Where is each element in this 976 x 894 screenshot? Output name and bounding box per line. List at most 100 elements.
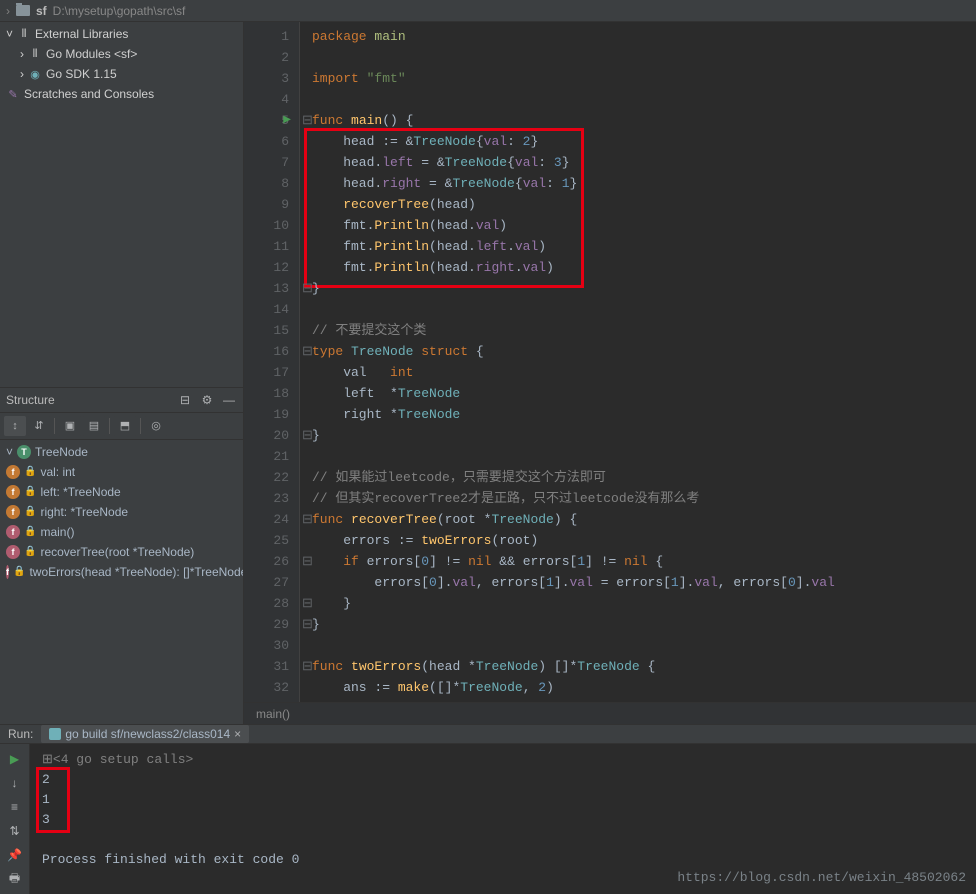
struct-val[interactable]: f 🔒 val: int bbox=[0, 462, 243, 482]
gear-icon[interactable]: ⚙ bbox=[199, 392, 215, 408]
lock-icon: 🔒 bbox=[13, 566, 25, 577]
down-icon[interactable]: ↓ bbox=[4, 772, 26, 794]
struct-label: TreeNode bbox=[35, 445, 88, 459]
type-icon: T bbox=[17, 445, 31, 459]
code-line[interactable]: ans := make([]*TreeNode, 2) bbox=[312, 677, 976, 698]
az-icon[interactable]: ⇵ bbox=[28, 416, 50, 436]
filter2-icon[interactable]: ▤ bbox=[83, 416, 105, 436]
code-line[interactable] bbox=[312, 299, 976, 320]
struct-treenode[interactable]: ˅ T TreeNode bbox=[0, 442, 243, 462]
code-line[interactable] bbox=[312, 446, 976, 467]
project-name[interactable]: sf bbox=[36, 4, 47, 18]
close-icon[interactable]: × bbox=[234, 727, 241, 741]
go-modules[interactable]: › ⫴ Go Modules <sf> bbox=[0, 44, 243, 64]
chevron-down-icon[interactable]: ˅ bbox=[6, 27, 13, 41]
structure-tree[interactable]: ˅ T TreeNode f 🔒 val: int f 🔒 left: *Tre… bbox=[0, 440, 243, 725]
code-line[interactable]: ⊟} bbox=[312, 278, 976, 299]
code-line[interactable] bbox=[312, 635, 976, 656]
wrap-icon[interactable]: ⇅ bbox=[4, 820, 26, 842]
sdk-icon: ◉ bbox=[28, 67, 42, 81]
code-line[interactable]: // 如果能过leetcode，只需要提交这个方法即可 bbox=[312, 467, 976, 488]
chevron-right-icon[interactable]: › bbox=[20, 67, 24, 81]
code-line[interactable]: fmt.Println(head.val) bbox=[312, 215, 976, 236]
library-icon: ⫴ bbox=[17, 27, 31, 41]
folder-icon bbox=[16, 5, 30, 16]
code-breadcrumb[interactable]: main() bbox=[244, 702, 976, 724]
code-area[interactable]: package main import "fmt" ⊟func main() { h… bbox=[300, 22, 976, 702]
project-path: D:\mysetup\gopath\src\sf bbox=[53, 4, 186, 18]
code-line[interactable]: errors := twoErrors(root) bbox=[312, 530, 976, 551]
run-output[interactable]: ⊞<4 go setup calls> 2 1 3 Process finish… bbox=[30, 744, 976, 894]
struct-right[interactable]: f 🔒 right: *TreeNode bbox=[0, 502, 243, 522]
code-line[interactable]: errors[0].val, errors[1].val = errors[1]… bbox=[312, 572, 976, 593]
tree-label: Go Modules <sf> bbox=[46, 47, 137, 61]
struct-label: right: *TreeNode bbox=[40, 505, 128, 519]
code-line[interactable]: ⊟func main() { bbox=[312, 110, 976, 131]
code-line[interactable]: recoverTree(head) bbox=[312, 194, 976, 215]
code-line[interactable] bbox=[312, 47, 976, 68]
breadcrumb-label: main() bbox=[256, 707, 290, 721]
code-line[interactable]: // 但其实recoverTree2才是正路，只不过leetcode没有那么考 bbox=[312, 488, 976, 509]
code-line[interactable]: head := &TreeNode{val: 2} bbox=[312, 131, 976, 152]
code-line[interactable]: ⊟ if errors[0] != nil && errors[1] != ni… bbox=[312, 551, 976, 572]
code-line[interactable]: package main bbox=[312, 26, 976, 47]
run-panel: Run: go build sf/newclass2/class014 × ▶ … bbox=[0, 724, 976, 886]
run-label: Run: bbox=[8, 727, 33, 741]
filter-icon[interactable]: ▣ bbox=[59, 416, 81, 436]
lock-icon: 🔒 bbox=[24, 466, 36, 477]
lock-icon: 🔒 bbox=[24, 506, 36, 517]
hide-icon[interactable]: — bbox=[221, 392, 237, 408]
chevron-right-icon[interactable]: › bbox=[20, 47, 24, 61]
scratches[interactable]: ✎ Scratches and Consoles bbox=[0, 84, 243, 104]
code-line[interactable]: ⊟type TreeNode struct { bbox=[312, 341, 976, 362]
struct-twoerrors[interactable]: f 🔒 twoErrors(head *TreeNode): []*TreeNo… bbox=[0, 562, 243, 582]
chevron-down-icon[interactable]: ˅ bbox=[6, 445, 13, 459]
sort-icon[interactable]: ↕ bbox=[4, 416, 26, 436]
code-line[interactable]: left *TreeNode bbox=[312, 383, 976, 404]
lock-icon: 🔒 bbox=[24, 526, 36, 537]
collapse-icon[interactable]: ⬒ bbox=[114, 416, 136, 436]
code-line[interactable]: head.left = &TreeNode{val: 3} bbox=[312, 152, 976, 173]
struct-recover[interactable]: f 🔒 recoverTree(root *TreeNode) bbox=[0, 542, 243, 562]
project-tree[interactable]: ˅ ⫴ External Libraries › ⫴ Go Modules <s… bbox=[0, 22, 243, 106]
code-line[interactable]: fmt.Println(head.right.val) bbox=[312, 257, 976, 278]
run-icon[interactable]: ▶ bbox=[4, 748, 26, 770]
print-icon[interactable]: 🖶 bbox=[4, 868, 26, 890]
chevron-right-icon[interactable]: › bbox=[6, 4, 10, 18]
external-libraries[interactable]: ˅ ⫴ External Libraries bbox=[0, 24, 243, 44]
code-line[interactable]: ⊟func recoverTree(root *TreeNode) { bbox=[312, 509, 976, 530]
struct-label: left: *TreeNode bbox=[40, 485, 120, 499]
run-tab[interactable]: go build sf/newclass2/class014 × bbox=[41, 725, 249, 743]
code-line[interactable]: right *TreeNode bbox=[312, 404, 976, 425]
run-gutter-icon[interactable]: ▶ bbox=[283, 110, 291, 131]
fold-icon[interactable]: ⊞ bbox=[42, 752, 53, 767]
run-header: Run: go build sf/newclass2/class014 × bbox=[0, 725, 976, 744]
code-line[interactable]: ⊟ if head == nil { bbox=[312, 698, 976, 702]
stop-icon[interactable]: ≡ bbox=[4, 796, 26, 818]
go-sdk[interactable]: › ◉ Go SDK 1.15 bbox=[0, 64, 243, 84]
locate-icon[interactable]: ◎ bbox=[145, 416, 167, 436]
code-line[interactable]: val int bbox=[312, 362, 976, 383]
func-icon: f bbox=[6, 545, 20, 559]
structure-toolbar: ↕ ⇵ ▣ ▤ ⬒ ◎ bbox=[0, 413, 243, 440]
tree-label: Scratches and Consoles bbox=[24, 87, 154, 101]
struct-left[interactable]: f 🔒 left: *TreeNode bbox=[0, 482, 243, 502]
line-gutter[interactable]: 12345▶6789101112131415161718192021222324… bbox=[244, 22, 300, 702]
code-line[interactable] bbox=[312, 89, 976, 110]
code-line[interactable]: ⊟} bbox=[312, 425, 976, 446]
lock-icon: 🔒 bbox=[24, 546, 36, 557]
code-line[interactable]: ⊟func twoErrors(head *TreeNode) []*TreeN… bbox=[312, 656, 976, 677]
path-bar: › sf D:\mysetup\gopath\src\sf bbox=[0, 0, 976, 22]
struct-main[interactable]: f 🔒 main() bbox=[0, 522, 243, 542]
code-line[interactable]: fmt.Println(head.left.val) bbox=[312, 236, 976, 257]
code-line[interactable]: ⊟ } bbox=[312, 593, 976, 614]
code-line[interactable]: // 不要提交这个类 bbox=[312, 320, 976, 341]
code-line[interactable]: import "fmt" bbox=[312, 68, 976, 89]
code-line[interactable]: ⊟} bbox=[312, 614, 976, 635]
library-icon: ⫴ bbox=[28, 47, 42, 61]
pin-icon[interactable]: 📌 bbox=[4, 844, 26, 866]
struct-label: twoErrors(head *TreeNode): []*TreeNode bbox=[29, 565, 243, 579]
code-editor[interactable]: 12345▶6789101112131415161718192021222324… bbox=[244, 22, 976, 702]
expand-icon[interactable]: ⊟ bbox=[177, 392, 193, 408]
code-line[interactable]: head.right = &TreeNode{val: 1} bbox=[312, 173, 976, 194]
